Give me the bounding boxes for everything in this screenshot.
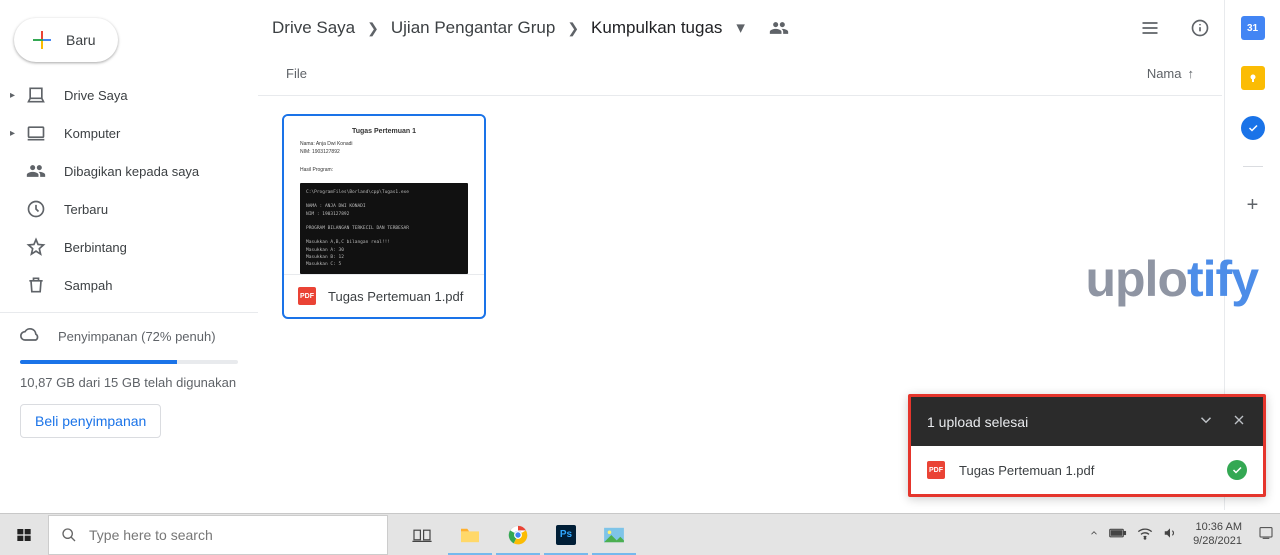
pdf-icon: PDF <box>298 287 316 305</box>
dropdown-icon[interactable]: ▾ <box>736 18 745 38</box>
shared-icon <box>24 159 48 183</box>
taskbar-apps: Ps <box>398 514 638 555</box>
windows-taskbar: Type here to search Ps 10:36 AM 9/28/202… <box>0 513 1280 555</box>
breadcrumb-root[interactable]: Drive Saya <box>268 14 359 42</box>
sidebar-item-label: Terbaru <box>64 202 108 217</box>
chevron-down-icon[interactable] <box>1197 411 1215 432</box>
list-view-icon[interactable] <box>1138 16 1162 40</box>
chevron-right-icon: ❯ <box>367 20 379 37</box>
clock-time: 10:36 AM <box>1193 521 1242 534</box>
chrome-icon[interactable] <box>494 514 542 555</box>
sidebar-item-my-drive[interactable]: ▸ Drive Saya <box>0 76 240 114</box>
sidebar-item-computers[interactable]: ▸ Komputer <box>0 114 240 152</box>
start-button[interactable] <box>0 514 48 555</box>
column-sort[interactable]: Nama ↑ <box>1147 66 1194 81</box>
column-file[interactable]: File <box>286 66 1147 81</box>
volume-icon[interactable] <box>1163 526 1177 543</box>
file-meta: PDF Tugas Pertemuan 1.pdf <box>284 274 484 317</box>
search-placeholder: Type here to search <box>89 527 213 543</box>
upload-status: 1 upload selesai <box>927 414 1181 430</box>
plus-icon <box>30 28 54 52</box>
sidebar-item-storage[interactable]: Penyimpanan (72% penuh) <box>20 325 238 348</box>
storage-label: Penyimpanan (72% penuh) <box>58 329 216 344</box>
chevron-right-icon: ❯ <box>567 20 579 37</box>
tray-chevron-icon[interactable] <box>1089 528 1099 541</box>
storage-bar <box>20 360 238 364</box>
expand-icon[interactable]: ▸ <box>10 128 24 139</box>
upload-item[interactable]: PDF Tugas Pertemuan 1.pdf <box>911 446 1263 494</box>
storage-section: Penyimpanan (72% penuh) 10,87 GB dari 15… <box>0 325 258 438</box>
file-explorer-icon[interactable] <box>446 514 494 555</box>
sidebar-item-starred[interactable]: Berbintang <box>0 228 240 266</box>
computer-icon <box>24 121 48 145</box>
top-toolbar: Drive Saya ❯ Ujian Pengantar Grup ❯ Kump… <box>258 0 1222 56</box>
arrow-up-icon: ↑ <box>1188 66 1195 81</box>
recent-icon <box>24 197 48 221</box>
storage-used-text: 10,87 GB dari 15 GB telah digunakan <box>20 374 238 392</box>
new-button[interactable]: Baru <box>14 18 118 62</box>
windows-icon <box>16 527 32 543</box>
close-icon[interactable] <box>1231 412 1247 431</box>
sidebar-item-label: Berbintang <box>64 240 127 255</box>
cloud-icon <box>20 325 40 348</box>
tasks-icon[interactable] <box>1241 116 1265 140</box>
add-addon-icon[interactable]: + <box>1241 193 1265 217</box>
wifi-icon[interactable] <box>1137 526 1153 543</box>
watermark: uplotify <box>1085 250 1258 308</box>
photoshop-icon[interactable]: Ps <box>542 514 590 555</box>
system-tray: 10:36 AM 9/28/2021 <box>1089 514 1280 555</box>
photos-icon[interactable] <box>590 514 638 555</box>
breadcrumb-current[interactable]: Kumpulkan tugas <box>587 14 726 42</box>
file-thumbnail: Tugas Pertemuan 1 Nama: Anja Dwi Konadi … <box>284 116 484 274</box>
buy-storage-button[interactable]: Beli penyimpanan <box>20 404 161 438</box>
trash-icon <box>24 273 48 297</box>
sidebar-item-label: Komputer <box>64 126 120 141</box>
upload-toast-header: 1 upload selesai <box>911 397 1263 446</box>
divider <box>0 312 258 313</box>
breadcrumb-folder[interactable]: Ujian Pengantar Grup <box>387 14 559 42</box>
taskbar-clock[interactable]: 10:36 AM 9/28/2021 <box>1187 521 1248 547</box>
upload-item-name: Tugas Pertemuan 1.pdf <box>959 463 1094 478</box>
sidebar-item-trash[interactable]: Sampah <box>0 266 240 304</box>
info-icon[interactable] <box>1188 16 1212 40</box>
pdf-icon: PDF <box>927 461 945 479</box>
upload-toast: 1 upload selesai PDF Tugas Pertemuan 1.p… <box>908 394 1266 497</box>
success-icon <box>1227 460 1247 480</box>
sidebar-item-label: Dibagikan kepada saya <box>64 164 199 179</box>
taskbar-search[interactable]: Type here to search <box>48 515 388 555</box>
keep-icon[interactable] <box>1241 66 1265 90</box>
sort-label: Nama <box>1147 66 1182 81</box>
expand-icon[interactable]: ▸ <box>10 90 24 101</box>
file-name: Tugas Pertemuan 1.pdf <box>328 289 463 304</box>
task-view-icon[interactable] <box>398 514 446 555</box>
file-card[interactable]: Tugas Pertemuan 1 Nama: Anja Dwi Konadi … <box>282 114 486 319</box>
star-icon <box>24 235 48 259</box>
sidebar-item-shared[interactable]: Dibagikan kepada saya <box>0 152 240 190</box>
my-drive-icon <box>24 83 48 107</box>
battery-icon[interactable] <box>1109 527 1127 542</box>
people-icon[interactable] <box>767 16 791 40</box>
sidebar-item-recent[interactable]: Terbaru <box>0 190 240 228</box>
sidebar: Baru ▸ Drive Saya ▸ Komputer Dibagikan k… <box>0 0 258 510</box>
view-controls <box>1138 16 1212 40</box>
sidebar-item-label: Drive Saya <box>64 88 128 103</box>
calendar-icon[interactable]: 31 <box>1241 16 1265 40</box>
search-icon <box>61 527 77 543</box>
clock-date: 9/28/2021 <box>1193 535 1242 548</box>
breadcrumb: Drive Saya ❯ Ujian Pengantar Grup ❯ Kump… <box>268 14 791 42</box>
new-button-label: Baru <box>66 32 96 48</box>
divider <box>1243 166 1263 167</box>
column-header: File Nama ↑ <box>258 56 1222 96</box>
file-grid: Tugas Pertemuan 1 Nama: Anja Dwi Konadi … <box>258 96 1222 337</box>
sidebar-item-label: Sampah <box>64 278 112 293</box>
notifications-icon[interactable] <box>1258 525 1274 544</box>
